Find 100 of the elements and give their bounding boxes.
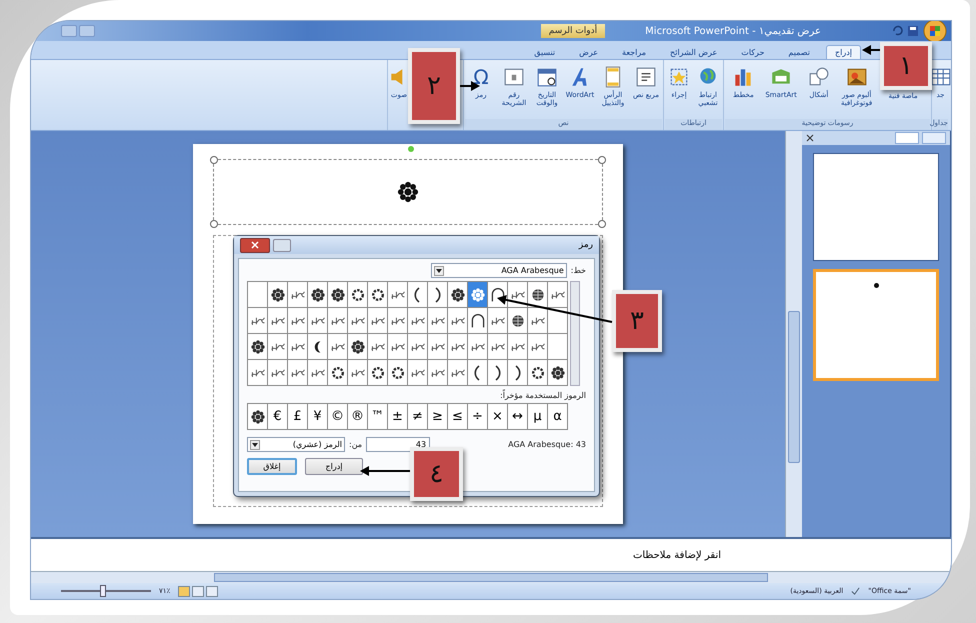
character-code-field[interactable]: 43: [366, 437, 430, 452]
symbol-cell[interactable]: [288, 308, 308, 334]
vertical-scrollbar[interactable]: [785, 131, 802, 537]
symbol-cell[interactable]: [428, 334, 448, 360]
zoom-thumb[interactable]: [100, 585, 106, 597]
slide-thumbnail[interactable]: [813, 153, 939, 261]
slideshow-view-button[interactable]: [178, 586, 190, 596]
symbol-cell[interactable]: [248, 308, 268, 334]
symbol-cell[interactable]: [388, 360, 408, 386]
symbol-cell[interactable]: [348, 334, 368, 360]
symbol-cell[interactable]: [448, 308, 468, 334]
from-dropdown[interactable]: الرمز (عشري): [247, 437, 345, 452]
recent-symbol-cell[interactable]: ¥: [308, 404, 328, 430]
symbol-cell[interactable]: [548, 282, 568, 308]
symbol-cell[interactable]: [528, 282, 548, 308]
symbol-cell[interactable]: [388, 282, 408, 308]
recent-symbol-cell[interactable]: ≠: [408, 404, 428, 430]
symbol-cell[interactable]: [348, 282, 368, 308]
selection-handle[interactable]: [598, 156, 606, 164]
ribbon-tab[interactable]: عرض: [571, 46, 606, 59]
symbol-cell[interactable]: [368, 334, 388, 360]
font-dropdown[interactable]: AGA Arabesque: [430, 263, 567, 278]
symbol-cell[interactable]: [448, 360, 468, 386]
recent-symbol-cell[interactable]: €: [268, 404, 288, 430]
symbol-cell[interactable]: [348, 308, 368, 334]
selection-handle[interactable]: [210, 220, 218, 228]
help-button[interactable]: [273, 238, 291, 252]
symbol-cell[interactable]: [328, 308, 348, 334]
close-icon[interactable]: [806, 134, 814, 142]
symbol-cell[interactable]: [328, 334, 348, 360]
symbol-cell[interactable]: [428, 360, 448, 386]
symbol-cell[interactable]: [268, 308, 288, 334]
symbol-cell[interactable]: [288, 334, 308, 360]
recent-symbol-cell[interactable]: ™: [368, 404, 388, 430]
symbol-cell[interactable]: [508, 308, 528, 334]
recent-symbol-cell[interactable]: ≤: [428, 404, 448, 430]
symbol-cell[interactable]: [408, 282, 428, 308]
symbol-cell[interactable]: [488, 282, 508, 308]
symbol-cell[interactable]: [408, 360, 428, 386]
selection-handle[interactable]: [210, 156, 218, 164]
normal-view-button[interactable]: [206, 586, 218, 596]
spell-check-icon[interactable]: [851, 586, 860, 596]
recent-symbol-cell[interactable]: ×: [488, 404, 508, 430]
recent-symbol-cell[interactable]: [248, 404, 268, 430]
symbol-cell[interactable]: [388, 334, 408, 360]
symbol-cell[interactable]: [328, 360, 348, 386]
horizontal-scrollbar[interactable]: [31, 571, 951, 583]
ribbon-tab[interactable]: عرض الشرائح: [662, 46, 726, 59]
recent-symbol-cell[interactable]: α: [548, 404, 568, 430]
symbol-cell[interactable]: [468, 360, 488, 386]
symbol-cell[interactable]: [408, 308, 428, 334]
dialog-button[interactable]: إغلاق: [247, 458, 297, 475]
symbol-cell[interactable]: [488, 360, 508, 386]
symbol-cell[interactable]: [308, 334, 328, 360]
slide-thumbnail[interactable]: [813, 269, 939, 381]
symbol-cell[interactable]: [408, 334, 428, 360]
recent-symbol-cell[interactable]: ®: [348, 404, 368, 430]
symbol-cell[interactable]: [308, 360, 328, 386]
grid-scrollbar[interactable]: [570, 281, 580, 386]
symbol-cell[interactable]: [448, 282, 468, 308]
close-button[interactable]: [240, 238, 270, 252]
sorter-view-button[interactable]: [192, 586, 204, 596]
symbol-cell[interactable]: [528, 334, 548, 360]
symbol-cell[interactable]: [428, 308, 448, 334]
symbol-cell[interactable]: [328, 282, 348, 308]
symbol-cell[interactable]: [248, 334, 268, 360]
recent-symbol-cell[interactable]: ↔: [508, 404, 528, 430]
symbol-cell[interactable]: [448, 334, 468, 360]
ribbon-tab[interactable]: مراجعة: [614, 46, 654, 59]
symbol-cell[interactable]: [308, 308, 328, 334]
recent-symbol-cell[interactable]: ©: [328, 404, 348, 430]
symbol-cell[interactable]: [468, 308, 488, 334]
ribbon-tab[interactable]: حركات: [733, 46, 772, 59]
symbol-cell[interactable]: [388, 308, 408, 334]
rotation-handle[interactable]: [408, 146, 414, 152]
notes-pane[interactable]: انقر لإضافة ملاحظات: [31, 537, 951, 571]
recent-symbol-cell[interactable]: ±: [388, 404, 408, 430]
recent-symbol-cell[interactable]: ÷: [468, 404, 488, 430]
recent-symbol-cell[interactable]: ≥: [448, 404, 468, 430]
selection-handle[interactable]: [598, 220, 606, 228]
symbol-cell[interactable]: [268, 360, 288, 386]
symbol-cell[interactable]: [348, 360, 368, 386]
symbol-cell[interactable]: [488, 334, 508, 360]
symbol-cell[interactable]: [548, 308, 568, 334]
symbol-cell[interactable]: [508, 282, 528, 308]
symbol-cell[interactable]: [268, 334, 288, 360]
ribbon-tab[interactable]: تصميم: [780, 46, 818, 59]
symbol-cell[interactable]: [368, 282, 388, 308]
symbol-cell[interactable]: [288, 282, 308, 308]
symbol-cell[interactable]: [548, 334, 568, 360]
symbol-cell[interactable]: [508, 334, 528, 360]
save-icon[interactable]: [907, 25, 919, 37]
symbol-cell[interactable]: [308, 282, 328, 308]
symbol-cell[interactable]: [428, 282, 448, 308]
symbol-cell[interactable]: [368, 360, 388, 386]
symbol-cell[interactable]: [368, 308, 388, 334]
symbol-cell[interactable]: [548, 360, 568, 386]
recent-symbol-cell[interactable]: µ: [528, 404, 548, 430]
symbol-cell[interactable]: [488, 308, 508, 334]
symbol-cell[interactable]: [248, 282, 268, 308]
